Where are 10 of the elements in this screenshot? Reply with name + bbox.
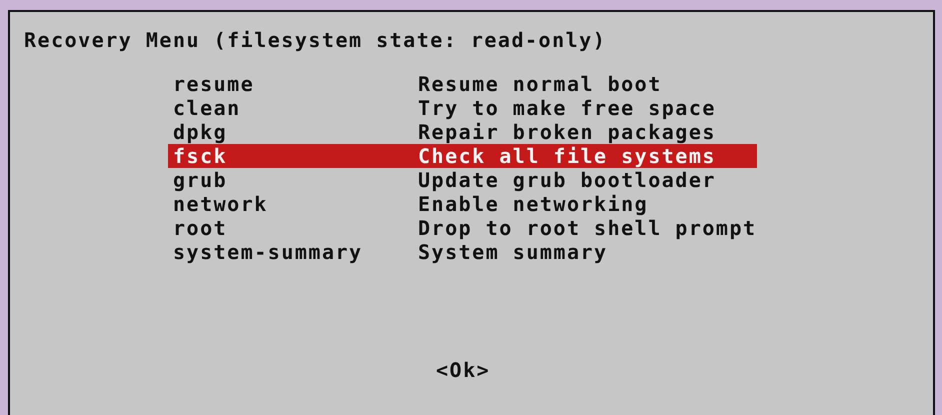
menu-item[interactable]: fsck Check all file systems bbox=[168, 144, 757, 168]
menu-item[interactable]: network Enable networking bbox=[168, 192, 757, 216]
menu-item[interactable]: system-summary System summary bbox=[168, 240, 757, 264]
menu-item[interactable]: grub Update grub bootloader bbox=[168, 168, 757, 192]
menu-item[interactable]: resume Resume normal boot bbox=[168, 72, 757, 96]
dialog-title: Recovery Menu (filesystem state: read-only) bbox=[24, 28, 608, 52]
ok-button[interactable]: <Ok> bbox=[434, 358, 492, 382]
menu-item[interactable]: root Drop to root shell prompt bbox=[168, 216, 757, 240]
menu-item[interactable]: dpkg Repair broken packages bbox=[168, 120, 757, 144]
menu-item[interactable]: clean Try to make free space bbox=[168, 96, 757, 120]
